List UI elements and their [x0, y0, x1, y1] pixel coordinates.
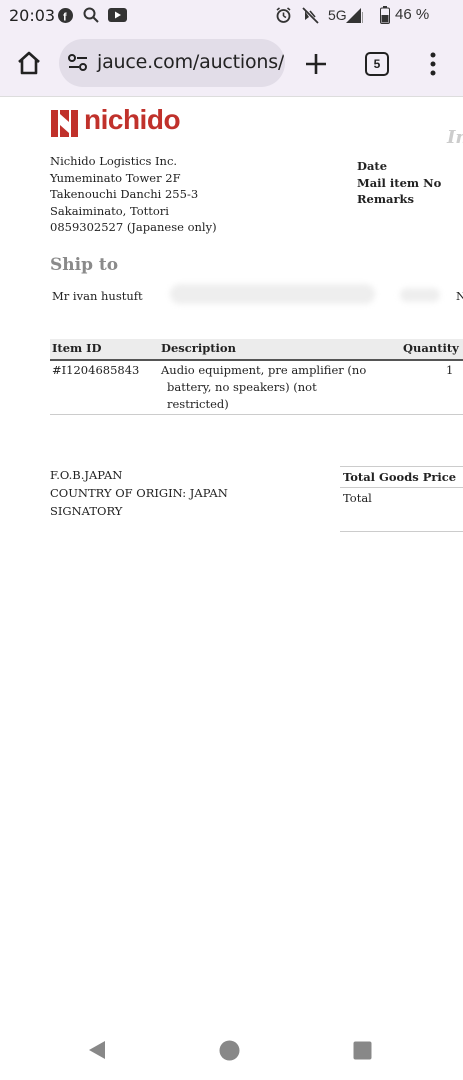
browser-toolbar: jauce.com/auctions/u 5: [0, 32, 463, 97]
date-label: Date: [357, 159, 388, 173]
tab-switcher-icon[interactable]: 5: [365, 52, 389, 76]
items-table-header: [50, 339, 463, 361]
address-bar[interactable]: jauce.com/auctions/u: [59, 39, 285, 87]
status-bar: 20:03 f 5G 46 %: [0, 0, 463, 32]
youtube-icon: [108, 8, 127, 22]
remarks-label: Remarks: [357, 192, 414, 206]
sender-line: Takenouchi Danchi 255-3: [50, 187, 199, 201]
invoice-heading-cut: In: [447, 127, 463, 148]
signal-icon: [346, 8, 363, 23]
home-circle-icon[interactable]: [219, 1040, 240, 1061]
sender-line: Nichido Logistics Inc.: [50, 154, 178, 168]
description-line: restricted): [167, 397, 229, 411]
alarm-icon: [276, 7, 291, 23]
back-icon[interactable]: [87, 1040, 107, 1060]
item-id-cell: #I1204685843: [52, 363, 140, 377]
ship-to-heading: Ship to: [50, 255, 119, 275]
recipient-cut-text: N: [456, 289, 463, 303]
battery-icon: [380, 6, 390, 24]
totals-divider: [340, 487, 463, 488]
nichido-logo-mark: [51, 110, 78, 137]
footer-line: F.O.B.JAPAN: [50, 468, 123, 482]
total-label: Total: [343, 491, 372, 505]
network-label: 5G: [328, 7, 347, 23]
sender-line: Yumeminato Tower 2F: [50, 171, 181, 185]
totals-bottom-divider: [340, 531, 463, 532]
description-line: battery, no speakers) (not: [167, 380, 317, 394]
menu-icon[interactable]: [428, 51, 438, 77]
table-row-divider: [50, 414, 463, 415]
quantity-cell: 1: [446, 363, 454, 377]
search-icon: [83, 7, 99, 23]
mail-item-label: Mail item No: [357, 176, 442, 190]
total-goods-price-label: Total Goods Price: [343, 470, 457, 484]
site-settings-icon[interactable]: [67, 52, 89, 74]
recents-icon[interactable]: [353, 1041, 372, 1060]
sender-line: 0859302527 (Japanese only): [50, 220, 217, 234]
new-tab-icon[interactable]: [304, 52, 328, 76]
svg-text:f: f: [63, 12, 67, 24]
col-item-id: Item ID: [52, 341, 102, 355]
sender-line: Sakaiminato, Tottori: [50, 204, 169, 218]
recipient-name: Mr ivan hustuft: [52, 289, 143, 303]
footer-line: COUNTRY OF ORIGIN: JAPAN: [50, 486, 228, 500]
status-time: 20:03: [9, 6, 56, 25]
redacted-address: [170, 284, 375, 304]
col-description: Description: [161, 341, 236, 355]
description-line: Audio equipment, pre amplifier (no: [161, 363, 367, 377]
col-quantity: Quantity: [403, 341, 459, 355]
battery-percent: 46 %: [395, 6, 430, 23]
mute-icon: [302, 7, 319, 24]
home-icon[interactable]: [16, 50, 42, 76]
url-text[interactable]: jauce.com/auctions/u: [97, 51, 285, 73]
nichido-logo-text: nichido: [84, 104, 181, 135]
totals-top-divider: [340, 466, 463, 467]
facebook-icon: f: [58, 8, 73, 23]
redacted-address: [400, 288, 440, 302]
invoice-document: [0, 97, 463, 1017]
footer-line: SIGNATORY: [50, 504, 123, 518]
